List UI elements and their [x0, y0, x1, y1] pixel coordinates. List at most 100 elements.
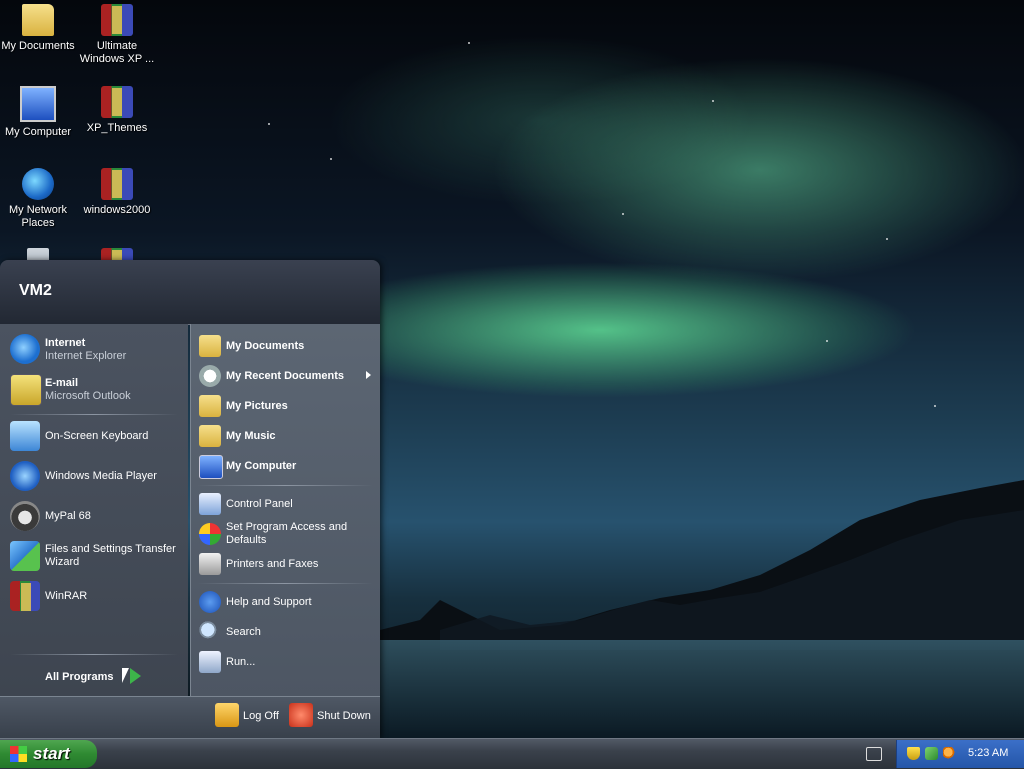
places-item-printers-and-faxes[interactable]: Printers and Faxes [197, 551, 377, 577]
recent-item-mypal[interactable]: MyPal 68 [8, 499, 186, 535]
star [826, 340, 828, 342]
internet-explorer-icon [10, 334, 40, 364]
security-shield-icon[interactable] [907, 747, 920, 760]
search-tray-icon[interactable] [943, 747, 956, 760]
places-item-my-pictures[interactable]: My Pictures [197, 393, 377, 419]
submenu-arrow-icon [366, 371, 371, 379]
recent-label: WinRAR [45, 590, 88, 602]
keyboard-icon [10, 421, 40, 451]
recent-label: Files and Settings Transfer Wizard [45, 543, 176, 568]
start-menu: VM2 Internet Internet Explorer E-mail Mi… [0, 260, 380, 738]
places-item-my-recent-documents[interactable]: My Recent Documents [197, 363, 377, 389]
mypal-icon [10, 501, 40, 531]
places-item-control-panel[interactable]: Control Panel [197, 491, 377, 517]
music-folder-icon [199, 425, 221, 447]
system-tray: 5:23 AM [896, 740, 1024, 768]
desktop-icon-xp-themes[interactable]: XP_Themes [77, 86, 157, 135]
network-globe-icon [22, 168, 54, 200]
places-item-my-computer[interactable]: My Computer [197, 453, 377, 479]
taskbar: start 5:23 AM [0, 738, 1024, 769]
my-documents-folder-icon [22, 4, 54, 36]
search-icon [199, 621, 221, 643]
all-programs-button[interactable]: All Programs [45, 671, 113, 683]
recent-label: Windows Media Player [45, 470, 157, 482]
winrar-archive-icon [101, 168, 133, 200]
places-item-search[interactable]: Search [197, 619, 377, 645]
places-item-set-program-access[interactable]: Set Program Access and Defaults [197, 521, 377, 547]
media-player-icon [10, 461, 40, 491]
key-icon [215, 703, 239, 727]
desktop-icon-windows2000[interactable]: windows2000 [77, 168, 157, 217]
recent-item-winrar[interactable]: WinRAR [8, 579, 186, 615]
places-label: My Recent Documents [226, 370, 344, 382]
places-label: My Computer [226, 460, 297, 472]
pinned-item-email[interactable]: E-mail Microsoft Outlook [8, 372, 186, 408]
mouse-cursor-icon [122, 668, 129, 683]
recent-item-windows-media-player[interactable]: Windows Media Player [8, 459, 186, 495]
separator [197, 583, 373, 584]
star [886, 238, 888, 240]
star [468, 42, 470, 44]
desktop-icon-my-network-places[interactable]: My Network Places [0, 168, 78, 230]
pinned-title: E-mail [45, 377, 79, 389]
start-menu-left-pane: Internet Internet Explorer E-mail Micros… [0, 324, 188, 697]
recent-item-on-screen-keyboard[interactable]: On-Screen Keyboard [8, 419, 186, 455]
places-label: Set Program Access and Defaults [226, 521, 348, 546]
desktop-icon-label: My Documents [1, 40, 75, 52]
separator [197, 485, 373, 486]
desktop-icon-my-documents[interactable]: My Documents [0, 4, 78, 53]
desktop-icon-label: My Computer [4, 126, 72, 138]
desktop-icon-ultimate-windows-xp[interactable]: Ultimate Windows XP ... [77, 4, 157, 66]
run-icon [199, 651, 221, 673]
lake-reflection [380, 640, 1024, 740]
user-name: VM2 [19, 282, 52, 299]
places-item-my-documents[interactable]: My Documents [197, 333, 377, 359]
pinned-subtitle: Internet Explorer [45, 350, 127, 362]
star [622, 213, 624, 215]
printer-icon [199, 553, 221, 575]
places-item-run[interactable]: Run... [197, 649, 377, 675]
transfer-wizard-icon [10, 541, 40, 571]
shut-down-label: Shut Down [317, 710, 371, 722]
star [934, 405, 936, 407]
places-label: My Documents [226, 340, 305, 352]
places-label: My Music [226, 430, 276, 442]
recent-documents-icon [199, 365, 221, 387]
star [712, 100, 714, 102]
places-label: Search [226, 626, 261, 638]
power-icon [289, 703, 313, 727]
pinned-subtitle: Microsoft Outlook [45, 390, 131, 402]
program-access-icon [199, 523, 221, 545]
star [268, 123, 270, 125]
windows-logo-icon [10, 746, 27, 762]
winrar-archive-icon [101, 86, 133, 118]
places-item-my-music[interactable]: My Music [197, 423, 377, 449]
separator [10, 414, 178, 415]
all-programs-arrow-icon [130, 668, 141, 684]
desktop-icon-my-computer[interactable]: My Computer [0, 86, 78, 139]
network-icon[interactable] [925, 747, 938, 760]
start-label: start [33, 744, 70, 763]
desktop-icon-label: Ultimate Windows XP ... [79, 40, 155, 65]
desktop-icon-label: XP_Themes [86, 122, 148, 134]
start-menu-body: Internet Internet Explorer E-mail Micros… [0, 324, 380, 697]
start-menu-right-pane: My Documents My Recent Documents My Pict… [190, 324, 380, 697]
documents-folder-icon [199, 335, 221, 357]
desktop-icon-label: windows2000 [83, 204, 151, 216]
places-label: Help and Support [226, 596, 312, 608]
recent-label: MyPal 68 [45, 510, 91, 522]
clock[interactable]: 5:23 AM [968, 747, 1008, 759]
separator [10, 654, 178, 655]
log-off-label: Log Off [243, 710, 279, 722]
places-item-help-and-support[interactable]: Help and Support [197, 589, 377, 615]
places-label: My Pictures [226, 400, 288, 412]
places-label: Control Panel [226, 498, 293, 510]
keyboard-layout-icon[interactable] [866, 747, 882, 761]
recent-item-transfer-wizard[interactable]: Files and Settings Transfer Wizard [8, 539, 186, 575]
start-menu-footer: Log Off Shut Down [0, 696, 380, 738]
recent-label: On-Screen Keyboard [45, 430, 149, 442]
outlook-icon [10, 374, 42, 406]
pinned-item-internet[interactable]: Internet Internet Explorer [8, 332, 186, 368]
start-button[interactable]: start [0, 740, 97, 768]
pinned-title: Internet [45, 337, 86, 349]
